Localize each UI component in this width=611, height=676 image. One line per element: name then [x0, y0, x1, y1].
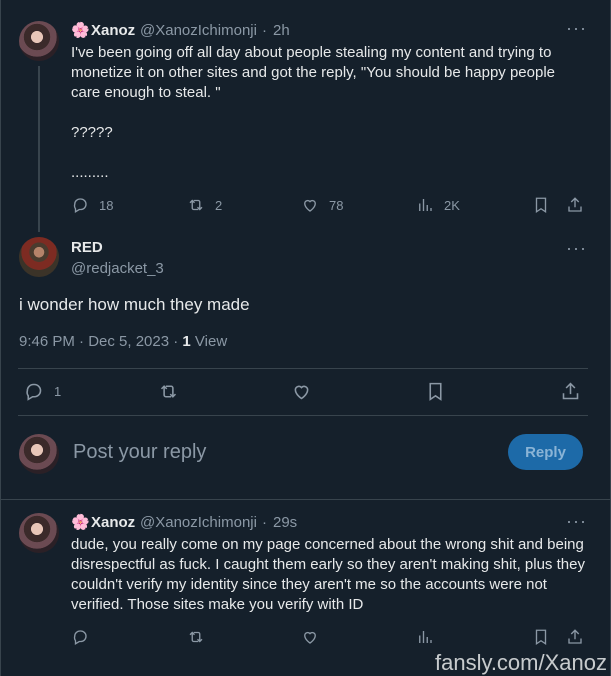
more-options-icon[interactable]: ··· — [566, 511, 587, 532]
author-handle[interactable]: @XanozIchimonji — [140, 22, 257, 39]
red-avatar[interactable] — [19, 237, 59, 277]
xanoz-avatar[interactable] — [19, 513, 59, 553]
views-chart-icon — [419, 631, 432, 643]
tweet-text: I've been going off all day about people… — [71, 44, 555, 181]
views-action[interactable] — [416, 628, 434, 646]
more-options-icon[interactable]: ··· — [566, 238, 587, 259]
bookmark-action[interactable] — [425, 381, 446, 402]
reply-action[interactable]: 18 — [71, 196, 113, 214]
dot-separator: · — [262, 22, 267, 39]
share-icon — [562, 382, 579, 400]
repost-icon — [189, 199, 203, 211]
share-icon — [568, 197, 582, 212]
views-chart-icon — [419, 199, 432, 211]
author-handle[interactable]: @XanozIchimonji — [140, 514, 257, 531]
repost-action[interactable] — [158, 381, 179, 402]
reply-tweet-text: dude, you really come on my page concern… — [71, 536, 585, 613]
repost-action[interactable]: 2 — [187, 196, 222, 214]
reply-count: 18 — [99, 197, 114, 213]
reply-icon — [26, 383, 42, 401]
bookmark-action[interactable] — [532, 196, 550, 214]
view-count: 1 — [182, 333, 191, 350]
watermark: fansly.com/Xanoz — [434, 650, 607, 675]
author-handle[interactable]: @redjacket_3 — [71, 260, 164, 277]
bookmark-action[interactable] — [532, 628, 550, 646]
repost-icon — [160, 385, 177, 398]
bookmark-icon — [429, 382, 442, 401]
bookmark-icon — [535, 629, 547, 646]
post-time[interactable]: 29s — [273, 514, 297, 531]
reply-action[interactable]: 1 — [23, 381, 61, 402]
flower-emoji-icon: 🌸 — [71, 514, 90, 531]
like-action[interactable] — [301, 628, 319, 646]
author-name[interactable]: RED — [71, 239, 103, 256]
like-action[interactable]: 78 — [301, 196, 343, 214]
reply-count: 1 — [54, 384, 62, 399]
dot-separator: · — [262, 514, 267, 531]
reply-icon — [73, 198, 87, 213]
heart-icon — [304, 199, 316, 212]
section-divider — [0, 499, 611, 500]
view-label: View — [190, 333, 228, 350]
author-name[interactable]: Xanoz — [91, 22, 135, 39]
divider — [18, 415, 588, 416]
main-tweet-text: i wonder how much they made — [19, 295, 250, 314]
heart-icon — [294, 385, 309, 400]
share-action[interactable] — [560, 381, 581, 402]
flower-emoji-icon: 🌸 — [71, 22, 90, 39]
author-name[interactable]: Xanoz — [91, 514, 135, 531]
post-timestamp[interactable]: 9:46 PM · Dec 5, 2023 · 1 View — [19, 333, 227, 350]
reply-input[interactable]: Post your reply — [73, 441, 206, 464]
repost-icon — [189, 631, 203, 643]
bookmark-icon — [535, 197, 547, 214]
like-count: 78 — [329, 197, 344, 213]
share-action[interactable] — [566, 628, 584, 646]
composer-avatar[interactable] — [19, 434, 59, 474]
share-icon — [568, 629, 582, 644]
more-options-icon[interactable]: ··· — [566, 18, 587, 39]
views-action[interactable]: 2K — [416, 196, 460, 214]
reply-button[interactable]: Reply — [508, 434, 583, 470]
thread-line — [38, 66, 40, 232]
xanoz-avatar[interactable] — [19, 21, 59, 61]
repost-count: 2 — [215, 197, 223, 213]
view-count: 2K — [444, 197, 460, 213]
reply-action[interactable] — [71, 628, 89, 646]
divider — [18, 368, 588, 369]
reply-icon — [73, 630, 87, 645]
share-action[interactable] — [566, 196, 584, 214]
post-time[interactable]: 2h — [273, 22, 290, 39]
like-action[interactable] — [291, 381, 312, 402]
repost-action[interactable] — [187, 628, 205, 646]
heart-icon — [304, 631, 316, 644]
